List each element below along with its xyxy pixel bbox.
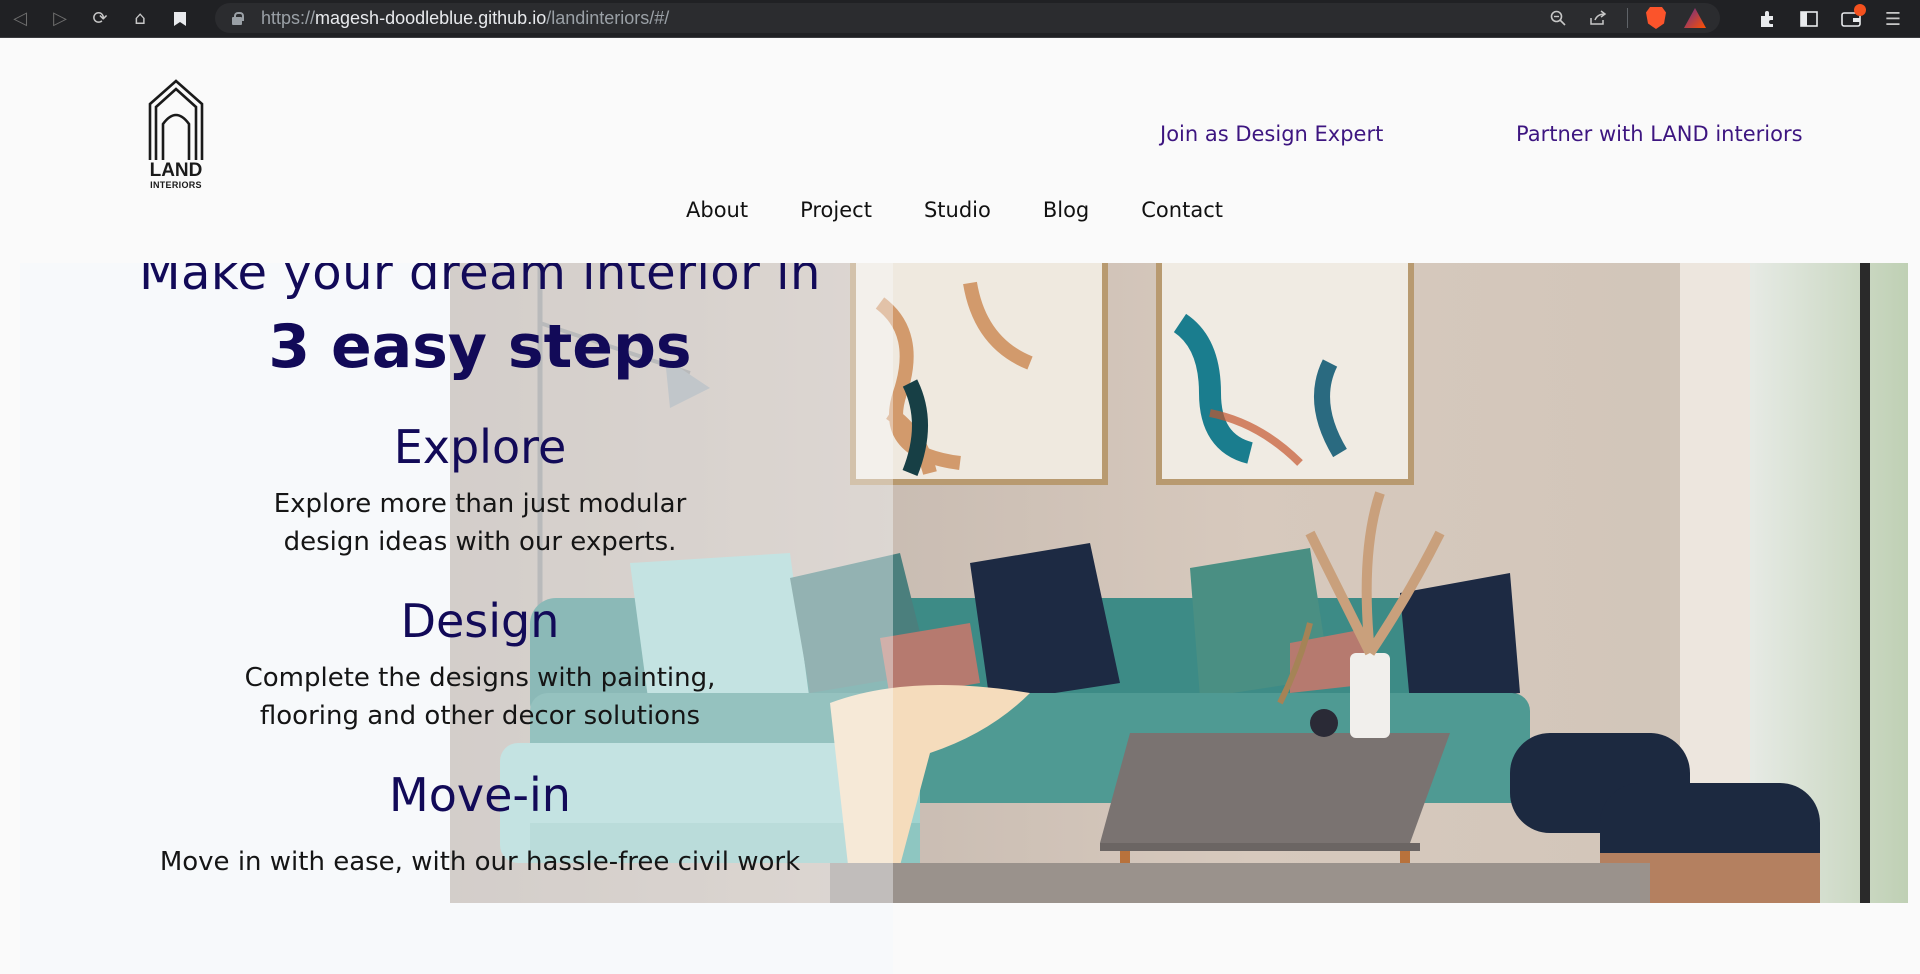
steps-panel: Make your dream interior in 3 easy steps…	[20, 263, 893, 974]
hero-heading: Make your dream interior in	[139, 263, 821, 301]
step-title-design: Design	[400, 594, 560, 648]
address-bar[interactable]: https://magesh-doodleblue.github.io/land…	[215, 3, 1720, 33]
nav-item-blog[interactable]: Blog	[1043, 198, 1089, 222]
panel-background-bottom	[20, 903, 893, 974]
step-desc-explore: Explore more than just modular design id…	[273, 489, 687, 557]
divider	[1627, 8, 1628, 28]
menu-icon[interactable]: ☰	[1880, 6, 1906, 32]
rewards-icon[interactable]	[1684, 8, 1706, 28]
extensions-icon[interactable]	[1754, 6, 1780, 32]
brave-shield-icon[interactable]	[1646, 7, 1666, 29]
zoom-icon[interactable]	[1547, 7, 1569, 29]
wallet-icon[interactable]	[1838, 4, 1866, 32]
join-design-expert-link[interactable]: Join as Design Expert	[1160, 122, 1383, 146]
hero-text: Make your dream interior in 3 easy steps…	[100, 263, 860, 881]
bookmark-icon[interactable]	[160, 0, 200, 38]
browser-toolbar: ◁ ▷ ⟳ ⌂ https://magesh-doodleblue.github…	[0, 0, 1920, 38]
forward-icon[interactable]: ▷	[40, 0, 80, 38]
site-header: LAND INTERIORS Join as Design Expert Par…	[0, 38, 1920, 263]
url-prefix: https://	[261, 7, 316, 28]
partner-link[interactable]: Partner with LAND interiors	[1516, 122, 1803, 146]
back-icon[interactable]: ◁	[0, 0, 40, 38]
logo-subtext: INTERIORS	[150, 180, 202, 190]
step-desc-design: Complete the designs with painting, floo…	[244, 663, 716, 731]
logo-text: LAND	[149, 160, 203, 181]
main-nav: About Project Studio Blog Contact	[686, 198, 1223, 222]
step-title-move-in: Move-in	[389, 768, 571, 822]
share-icon[interactable]	[1587, 7, 1609, 29]
reload-icon[interactable]: ⟳	[80, 0, 120, 38]
url-path: /landinteriors/#/	[546, 7, 670, 28]
lock-icon	[229, 10, 245, 26]
step-desc-move-in: Move in with ease, with our hassle-free …	[159, 847, 801, 877]
hero-section: Make your dream interior in 3 easy steps…	[0, 263, 1920, 974]
sidebar-icon[interactable]	[1796, 6, 1822, 32]
logo[interactable]: LAND INTERIORS	[145, 78, 207, 190]
house-outline-icon	[148, 79, 204, 160]
nav-item-project[interactable]: Project	[800, 198, 872, 222]
home-icon[interactable]: ⌂	[120, 0, 160, 38]
nav-item-about[interactable]: About	[686, 198, 748, 222]
step-title-explore: Explore	[393, 420, 567, 474]
nav-item-studio[interactable]: Studio	[924, 198, 991, 222]
hero-subheading: 3 easy steps	[268, 312, 692, 382]
notification-badge	[1854, 4, 1866, 16]
nav-item-contact[interactable]: Contact	[1141, 198, 1223, 222]
url-host: magesh-doodleblue.github.io	[315, 7, 547, 28]
